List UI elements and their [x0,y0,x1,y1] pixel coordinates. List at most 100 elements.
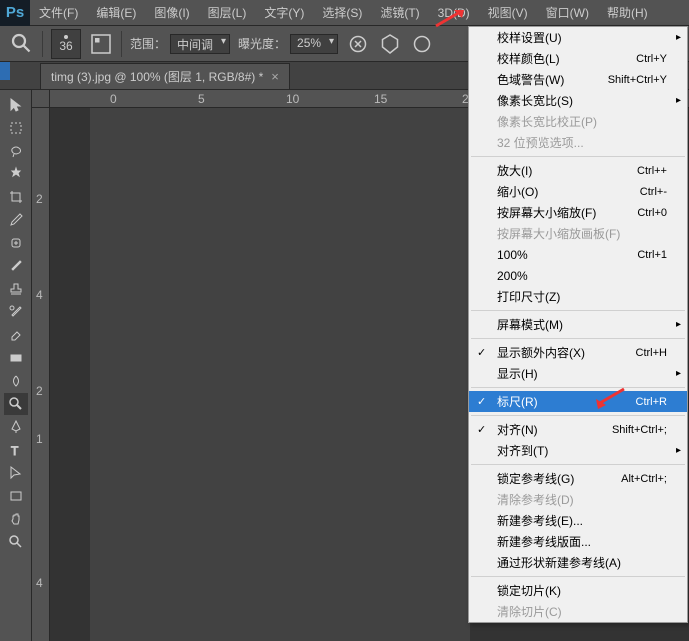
menu-item-label: 屏幕模式(M) [497,316,563,333]
menu-item-label: 放大(I) [497,162,532,179]
menu-window[interactable]: 窗口(W) [537,0,598,26]
menu-item-7[interactable]: 放大(I)Ctrl++ [469,160,687,181]
menu-item-18[interactable]: 显示(H) [469,363,687,384]
tool-pen[interactable] [4,416,28,438]
brush-size-value: 36 [59,39,72,53]
menu-item-0[interactable]: 校样设置(U) [469,27,687,48]
menu-item-3[interactable]: 像素长宽比(S) [469,90,687,111]
menu-type[interactable]: 文字(Y) [255,0,313,26]
menu-item-label: 清除参考线(D) [497,491,574,508]
menu-item-label: 缩小(O) [497,183,538,200]
ps-logo: Ps [0,0,30,26]
close-icon[interactable]: × [271,69,279,84]
brush-preset[interactable]: 36 [51,29,81,59]
menu-item-label: 校样颜色(L) [497,50,560,67]
tool-path[interactable] [4,462,28,484]
exposure-select[interactable]: 25% [290,34,338,54]
tool-stamp[interactable] [4,278,28,300]
menu-item-32: 清除切片(C) [469,601,687,622]
menu-item-shortcut: Ctrl+Y [636,53,667,65]
menu-item-label: 像素长宽比(S) [497,92,573,109]
menu-item-shortcut: Alt+Ctrl+; [621,473,667,485]
tabbar-highlight [0,62,10,80]
menu-separator [471,156,685,157]
menu-item-25[interactable]: 锁定参考线(G) Alt+Ctrl+; [469,468,687,489]
menu-item-23[interactable]: 对齐到(T) [469,440,687,461]
menu-item-11[interactable]: 100%Ctrl+1 [469,244,687,265]
menu-item-shortcut: Ctrl+0 [637,207,667,219]
menu-item-label: 200% [497,269,528,283]
tools-panel: T [0,90,32,641]
ruler-vertical[interactable]: 2 4 2 1 4 [32,108,50,641]
tool-move[interactable] [4,94,28,116]
tool-type[interactable]: T [4,439,28,461]
menu-edit[interactable]: 编辑(E) [87,0,145,26]
menu-item-20[interactable]: 标尺(R)Ctrl+R [469,391,687,412]
tool-preset-icon[interactable] [10,32,34,56]
menu-item-label: 显示额外内容(X) [497,344,585,361]
protect-tones-icon[interactable] [378,32,402,56]
menu-item-31[interactable]: 锁定切片(K) [469,580,687,601]
menu-separator [471,338,685,339]
menu-item-9[interactable]: 按屏幕大小缩放(F) Ctrl+0 [469,202,687,223]
tool-shape[interactable] [4,485,28,507]
menu-item-label: 清除切片(C) [497,603,562,620]
tool-eraser[interactable] [4,324,28,346]
menu-view[interactable]: 视图(V) [479,0,537,26]
menu-file[interactable]: 文件(F) [30,0,87,26]
tool-brush[interactable] [4,255,28,277]
menu-item-22[interactable]: 对齐(N)Shift+Ctrl+; [469,419,687,440]
menu-item-17[interactable]: 显示额外内容(X) Ctrl+H [469,342,687,363]
tool-heal[interactable] [4,232,28,254]
menu-3d[interactable]: 3D(D) [429,0,479,26]
menu-item-10: 按屏幕大小缩放画板(F) [469,223,687,244]
menu-item-13[interactable]: 打印尺寸(Z) [469,286,687,307]
tool-eyedropper[interactable] [4,209,28,231]
tool-blur[interactable] [4,370,28,392]
document-tab[interactable]: timg (3).jpg @ 100% (图层 1, RGB/8#) * × [40,63,290,89]
menu-help[interactable]: 帮助(H) [598,0,657,26]
menu-item-shortcut: Shift+Ctrl+; [612,424,667,436]
menu-item-shortcut: Ctrl+- [640,186,667,198]
menu-item-shortcut: Shift+Ctrl+Y [608,74,667,86]
view-menu-dropdown: 校样设置(U) 校样颜色(L) Ctrl+Y 色域警告(W)Shift+Ctrl+Y 像… [468,26,688,623]
menu-item-27[interactable]: 新建参考线(E)... [469,510,687,531]
canvas[interactable] [90,108,470,641]
tool-history-brush[interactable] [4,301,28,323]
menu-item-shortcut: Ctrl+R [636,396,667,408]
menu-item-label: 校样设置(U) [497,29,562,46]
menu-item-15[interactable]: 屏幕模式(M) [469,314,687,335]
menu-item-2[interactable]: 色域警告(W)Shift+Ctrl+Y [469,69,687,90]
menu-separator [471,415,685,416]
tool-wand[interactable] [4,163,28,185]
tool-crop[interactable] [4,186,28,208]
menu-item-shortcut: Ctrl+H [636,347,667,359]
airbrush-icon[interactable] [346,32,370,56]
menu-select[interactable]: 选择(S) [313,0,371,26]
menu-layer[interactable]: 图层(L) [199,0,256,26]
tool-dodge[interactable] [4,393,28,415]
menu-item-label: 按屏幕大小缩放(F) [497,204,596,221]
tool-marquee[interactable] [4,117,28,139]
menu-bar: Ps 文件(F) 编辑(E) 图像(I) 图层(L) 文字(Y) 选择(S) 滤… [0,0,689,26]
menu-item-label: 锁定参考线(G) [497,470,574,487]
menu-item-label: 显示(H) [497,365,538,382]
menu-item-label: 32 位预览选项... [497,134,584,151]
menu-item-29[interactable]: 通过形状新建参考线(A) [469,552,687,573]
menu-filter[interactable]: 滤镜(T) [371,0,428,26]
range-select[interactable]: 中间调 [170,34,230,54]
menu-item-4: 像素长宽比校正(P) [469,111,687,132]
menu-image[interactable]: 图像(I) [145,0,198,26]
tool-gradient[interactable] [4,347,28,369]
menu-item-8[interactable]: 缩小(O) Ctrl+- [469,181,687,202]
brush-panel-icon[interactable] [89,32,113,56]
menu-item-12[interactable]: 200% [469,265,687,286]
menu-item-1[interactable]: 校样颜色(L) Ctrl+Y [469,48,687,69]
tool-zoom[interactable] [4,531,28,553]
pressure-icon[interactable] [410,32,434,56]
menu-item-label: 通过形状新建参考线(A) [497,554,621,571]
tool-hand[interactable] [4,508,28,530]
menu-item-5: 32 位预览选项... [469,132,687,153]
menu-item-28[interactable]: 新建参考线版面... [469,531,687,552]
tool-lasso[interactable] [4,140,28,162]
